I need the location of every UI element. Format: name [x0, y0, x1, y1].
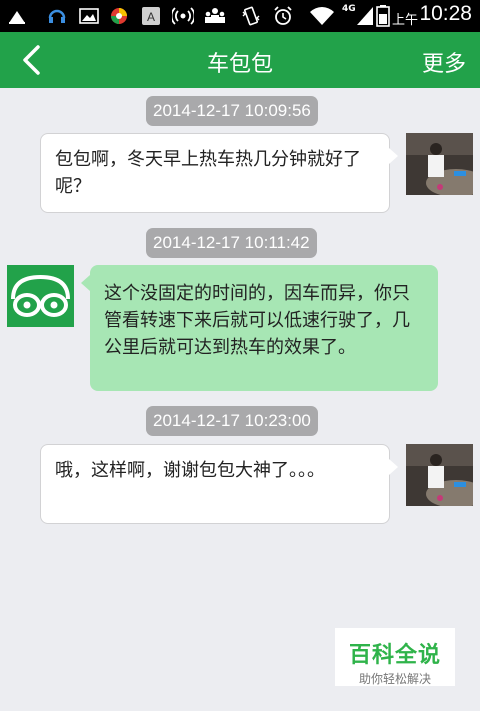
image-icon: [78, 5, 100, 27]
battery-icon: [372, 5, 394, 27]
user-photo-avatar[interactable]: [406, 444, 473, 506]
message-timestamp: 2014-12-17 10:09:56: [146, 96, 318, 126]
watermark-subtitle: 助你轻松解决: [358, 672, 431, 686]
outgoing-message-bubble[interactable]: 包包啊，冬天早上热车热几分钟就好了呢？: [40, 133, 398, 213]
vibrate-icon: [240, 5, 262, 27]
usb-icon: [6, 5, 28, 27]
status-bar: A 4G 上午 10:28: [0, 0, 480, 32]
more-button[interactable]: 更多: [422, 46, 466, 78]
watermark-title: 百科全说: [348, 643, 441, 668]
alarm-icon: [272, 5, 294, 27]
outgoing-message-bubble[interactable]: 哦，这样啊，谢谢包包大神了。。。: [40, 444, 398, 524]
incoming-message-bubble[interactable]: 这个没固定的时间的，因车而异，你只管看转速下来后就可以低速行驶了，几公里后就可达…: [81, 265, 438, 391]
wifi-icon: [308, 5, 336, 27]
wifi-hotspot-icon: [172, 5, 194, 27]
keyboard-a-icon: A: [140, 5, 162, 27]
user-photo-avatar[interactable]: [406, 133, 473, 195]
car-bot-avatar[interactable]: [7, 265, 74, 327]
app-icon: [108, 5, 130, 27]
status-time: 10:28: [419, 2, 472, 25]
svg-text:A: A: [147, 10, 155, 24]
page-title: 车包包: [206, 52, 273, 77]
watermark-logo: 百科全说 助你轻松解决: [335, 628, 455, 686]
message-timestamp: 2014-12-17 10:11:42: [146, 228, 317, 258]
nav-bar: 车包包 更多: [0, 32, 480, 88]
message-timestamp: 2014-12-17 10:23:00: [146, 406, 318, 436]
headset-icon: [46, 5, 68, 27]
status-ampm: 上午: [391, 13, 418, 28]
people-icon: [204, 5, 226, 27]
